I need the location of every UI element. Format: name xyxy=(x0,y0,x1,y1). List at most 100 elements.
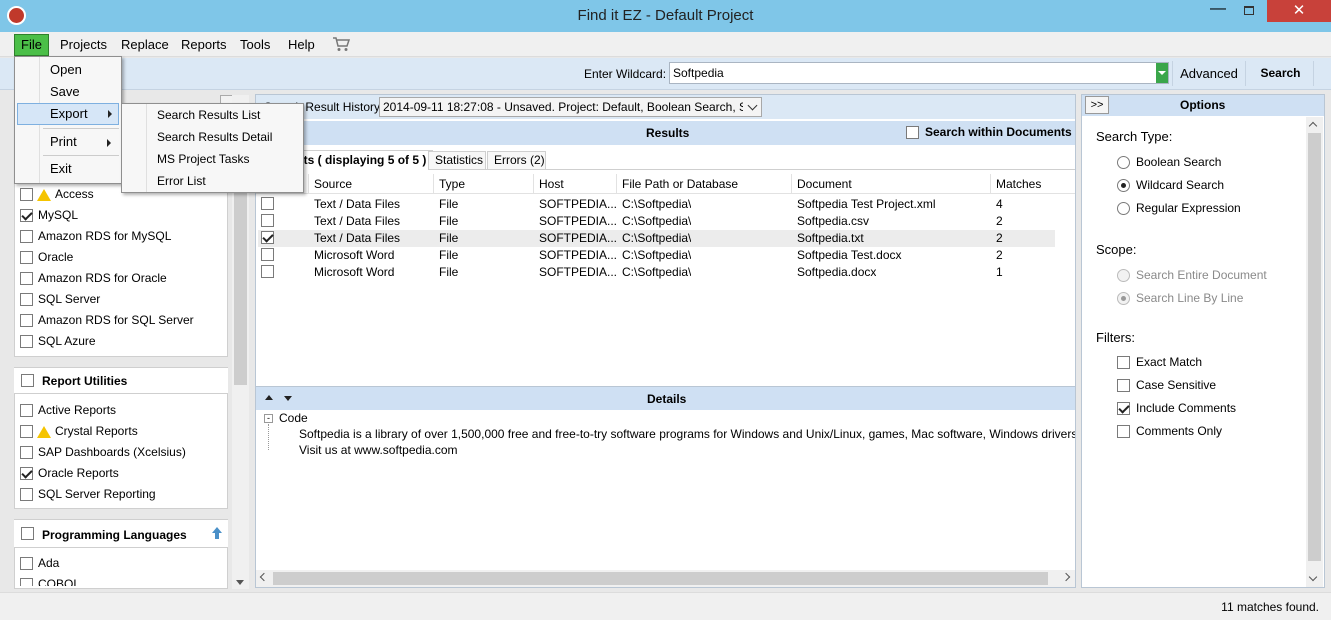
scroll-thumb[interactable] xyxy=(1308,133,1321,561)
programming-title: Programming Languages xyxy=(42,528,187,542)
col-path[interactable]: File Path or Database xyxy=(616,174,791,194)
opt-search-entire-document: Search Entire Document xyxy=(1117,265,1267,285)
col-host[interactable]: Host xyxy=(533,174,616,194)
maximize-button[interactable] xyxy=(1236,0,1262,22)
tree-collapse-icon[interactable]: - xyxy=(264,414,273,423)
minimize-button[interactable]: — xyxy=(1205,0,1231,22)
history-select[interactable]: 2014-09-11 18:27:08 - Unsaved. Project: … xyxy=(379,97,762,117)
search-within-docs[interactable]: Search within Documents xyxy=(906,125,1072,140)
ru-sql-server-reporting[interactable]: SQL Server Reporting xyxy=(20,484,156,504)
menu-item-open[interactable]: Open xyxy=(50,59,82,81)
db-access[interactable]: Access xyxy=(20,184,94,204)
export-ms-project-tasks[interactable]: MS Project Tasks xyxy=(157,148,249,170)
pl-ada[interactable]: Ada xyxy=(20,553,59,573)
table-row[interactable]: Text / Data Files File SOFTPEDIA... C:\S… xyxy=(258,230,1055,247)
menu-bar: File Projects Replace Reports Tools Help xyxy=(0,32,1331,57)
menu-separator xyxy=(43,128,119,129)
status-text: 11 matches found. xyxy=(1221,600,1319,614)
tab-statistics[interactable]: Statistics xyxy=(428,151,486,170)
cart-icon[interactable] xyxy=(332,37,351,52)
arrow-up-icon[interactable] xyxy=(265,395,273,400)
db-amazon-rds-mysql[interactable]: Amazon RDS for MySQL xyxy=(20,226,171,246)
db-sql-server[interactable]: SQL Server xyxy=(20,289,100,309)
report-utilities-title: Report Utilities xyxy=(42,374,128,388)
arrow-down-icon[interactable] xyxy=(284,396,292,401)
export-search-results-list[interactable]: Search Results List xyxy=(157,104,260,126)
table-row[interactable]: Text / Data Files File SOFTPEDIA... C:\S… xyxy=(258,196,1055,213)
menu-tools[interactable]: Tools xyxy=(240,37,270,52)
menu-item-save[interactable]: Save xyxy=(50,81,80,103)
col-document[interactable]: Document xyxy=(791,174,990,194)
opt-boolean-search[interactable]: Boolean Search xyxy=(1117,152,1221,172)
ru-active-reports[interactable]: Active Reports xyxy=(20,400,116,420)
opt-exact-match[interactable]: Exact Match xyxy=(1117,352,1202,372)
programming-checkbox[interactable] xyxy=(21,527,34,540)
menu-gutter xyxy=(146,104,147,192)
menu-replace[interactable]: Replace xyxy=(121,37,169,52)
opt-comments-only[interactable]: Comments Only xyxy=(1117,421,1222,441)
horizontal-scrollbar[interactable] xyxy=(256,570,1075,587)
submenu-arrow-icon xyxy=(108,110,112,118)
scroll-right-icon[interactable] xyxy=(1061,572,1071,582)
window-title: Find it EZ - Default Project xyxy=(577,7,754,24)
submenu-arrow-icon xyxy=(107,139,111,147)
pl-cobol[interactable]: COBOL xyxy=(20,574,80,586)
ru-sap-dashboards[interactable]: SAP Dashboards (Xcelsius) xyxy=(20,442,186,462)
opt-case-sensitive[interactable]: Case Sensitive xyxy=(1117,375,1216,395)
options-header: >> Options xyxy=(1082,95,1324,116)
programming-header[interactable]: Programming Languages xyxy=(14,520,228,548)
wildcard-dropdown-button[interactable] xyxy=(1156,63,1168,83)
db-mysql[interactable]: MySQL xyxy=(20,205,78,225)
menu-file[interactable]: File xyxy=(14,34,49,56)
tree-line: Visit us at www.softpedia.com xyxy=(299,443,458,457)
wildcard-label: Enter Wildcard: xyxy=(584,67,667,81)
results-header: Results Search within Documents xyxy=(256,121,1075,145)
report-utilities-header[interactable]: Report Utilities xyxy=(14,368,228,394)
close-button[interactable]: ✕ xyxy=(1267,0,1331,22)
db-oracle[interactable]: Oracle xyxy=(20,247,73,267)
report-utilities-checkbox[interactable] xyxy=(21,374,34,387)
scroll-up-icon[interactable] xyxy=(1308,121,1318,131)
export-error-list[interactable]: Error List xyxy=(157,170,206,192)
scroll-thumb[interactable] xyxy=(273,572,1048,585)
tree-line: Softpedia is a library of over 1,500,000… xyxy=(299,427,1075,441)
col-type[interactable]: Type xyxy=(433,174,533,194)
export-search-results-detail[interactable]: Search Results Detail xyxy=(157,126,272,148)
menu-help[interactable]: Help xyxy=(288,37,315,52)
options-scrollbar[interactable] xyxy=(1306,117,1323,587)
ru-oracle-reports[interactable]: Oracle Reports xyxy=(20,463,119,483)
menu-item-export[interactable]: Export xyxy=(17,103,119,125)
table-row[interactable]: Microsoft Word File SOFTPEDIA... C:\Soft… xyxy=(258,264,1055,281)
advanced-button[interactable]: Advanced xyxy=(1172,61,1246,86)
search-button[interactable]: Search xyxy=(1248,61,1314,86)
table-row[interactable]: Text / Data Files File SOFTPEDIA... C:\S… xyxy=(258,213,1055,230)
opt-wildcard-search[interactable]: Wildcard Search xyxy=(1117,175,1224,195)
opt-include-comments[interactable]: Include Comments xyxy=(1117,398,1236,418)
opt-search-line-by-line: Search Line By Line xyxy=(1117,288,1243,308)
scroll-left-icon[interactable] xyxy=(259,572,269,582)
options-expand-button[interactable]: >> xyxy=(1085,96,1109,114)
col-source[interactable]: Source xyxy=(308,174,433,194)
db-amazon-rds-oracle[interactable]: Amazon RDS for Oracle xyxy=(20,268,167,288)
menu-separator xyxy=(43,155,119,156)
menu-item-print[interactable]: Print xyxy=(50,131,77,153)
scroll-down-icon[interactable] xyxy=(236,580,244,585)
db-sql-azure[interactable]: SQL Azure xyxy=(20,331,96,351)
db-amazon-rds-sql-server[interactable]: Amazon RDS for SQL Server xyxy=(20,310,194,330)
details-title: Details xyxy=(647,392,687,406)
opt-regular-expression[interactable]: Regular Expression xyxy=(1117,198,1241,218)
menu-reports[interactable]: Reports xyxy=(181,37,227,52)
col-matches[interactable]: Matches xyxy=(990,174,1055,194)
menu-projects[interactable]: Projects xyxy=(60,37,107,52)
table-row[interactable]: Microsoft Word File SOFTPEDIA... C:\Soft… xyxy=(258,247,1055,264)
menu-item-exit[interactable]: Exit xyxy=(50,158,72,180)
ru-crystal-reports[interactable]: Crystal Reports xyxy=(20,421,138,441)
wildcard-input[interactable]: Softpedia xyxy=(669,62,1169,84)
tree-root[interactable]: Code xyxy=(279,411,308,425)
arrow-up-icon[interactable] xyxy=(211,526,223,540)
scroll-down-icon[interactable] xyxy=(1308,572,1318,582)
tab-errors[interactable]: Errors (2) xyxy=(487,151,546,170)
toolbar: Enter Wildcard: Softpedia Advanced Searc… xyxy=(0,58,1331,90)
tree-guide xyxy=(268,424,269,450)
export-submenu: Search Results List Search Results Detai… xyxy=(121,103,304,193)
